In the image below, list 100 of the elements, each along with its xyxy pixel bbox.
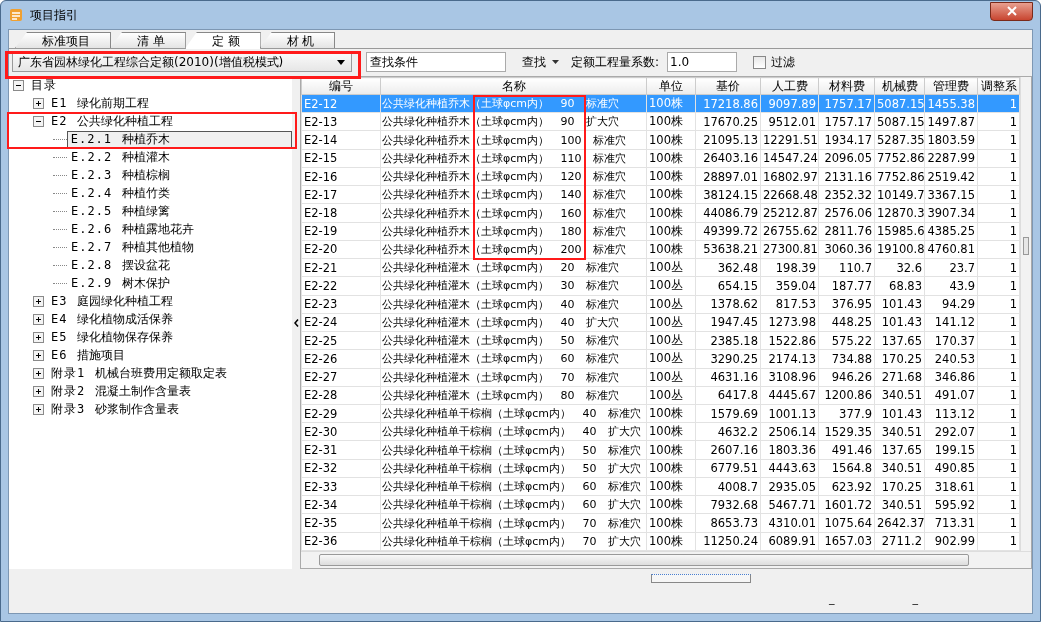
table-row[interactable]: E2-35 公共绿化种植单干棕榈（土球φcm内） 70 标准穴 100株 8653.73 4310.01 1075.64 2642.37 713.31 1 — [301, 513, 1020, 533]
tree-item[interactable]: E.2.4 种植竹类 — [67, 184, 175, 202]
table-row[interactable]: E2-17 公共绿化种植乔木（土球φcm内） 140 标准穴 100株 38124.15 22668.48 2352.32 10149.7 3367.15 1 — [301, 185, 1020, 204]
table-row[interactable]: E2-28 公共绿化种植灌木（土球φcm内） 80 标准穴 100丛 6417.8 4445.67 1200.86 340.51 491.07 1 — [301, 386, 1020, 405]
tab[interactable]: 清 单 — [110, 32, 186, 48]
table-cell: 公共绿化种植单干棕榈（土球φcm内） 70 标准穴 — [380, 513, 647, 533]
table-row[interactable]: E2-19 公共绿化种植乔木（土球φcm内） 180 标准穴 100株 49399.72 26755.62 2811.76 15985.6 4385.25 1 — [301, 222, 1020, 241]
table-cell: 公共绿化种植乔木（土球φcm内） 180 标准穴 — [380, 222, 647, 241]
table-cell: 1 — [977, 313, 1020, 332]
table-cell: 100株 — [646, 149, 696, 168]
tree-item[interactable]: E6 措施项目 — [47, 346, 130, 364]
table-row[interactable]: E2-36 公共绿化种植单干棕榈（土球φcm内） 70 扩大穴 100株 11250.24 6089.91 1657.03 2711.2 902.99 1 — [301, 532, 1020, 551]
expand-icon[interactable] — [33, 367, 44, 379]
tab[interactable]: 标准项目 — [15, 32, 111, 48]
table-cell: 100丛 — [646, 295, 696, 314]
table-row[interactable]: E2-14 公共绿化种植乔木（土球φcm内） 100 标准穴 100株 21095.13 12291.51 1934.17 5287.35 1803.59 1 — [301, 130, 1020, 150]
horizontal-scrollbar[interactable] — [301, 551, 1031, 568]
table-row[interactable]: E2-34 公共绿化种植单干棕榈（土球φcm内） 60 扩大穴 100株 7932.68 5467.71 1601.72 340.51 595.92 1 — [301, 495, 1020, 514]
scheme-dropdown[interactable]: 广东省园林绿化工程综合定额(2010)(增值税模式) — [12, 52, 352, 72]
column-header[interactable]: 人工费 — [760, 77, 819, 95]
table-cell: 公共绿化种植灌木（土球φcm内） 50 标准穴 — [380, 331, 647, 350]
table-row[interactable]: E2-15 公共绿化种植乔木（土球φcm内） 110 标准穴 100株 26403.16 14547.24 2096.05 7752.86 2287.99 1 — [301, 149, 1020, 168]
table-row[interactable]: E2-25 公共绿化种植灌木（土球φcm内） 50 标准穴 100丛 2385.18 1522.86 575.22 137.65 170.37 1 — [301, 331, 1020, 350]
table-cell: 4008.7 — [695, 477, 761, 496]
tree-item[interactable]: E.2.9 树木保护 — [67, 274, 175, 292]
vertical-scrollbar[interactable] — [1020, 77, 1031, 551]
tree-item[interactable]: E.2.5 种植绿篱 — [67, 202, 175, 220]
column-header[interactable]: 编号 — [301, 77, 381, 95]
table-cell: 23.7 — [924, 258, 978, 277]
column-header[interactable]: 调整系 — [977, 77, 1020, 95]
expand-icon[interactable] — [33, 331, 44, 343]
tree-item[interactable]: E.2.2 种植灌木 — [67, 148, 175, 166]
column-header[interactable]: 管理费 — [924, 77, 978, 95]
table-cell: 198.39 — [760, 258, 819, 277]
tree-item[interactable]: E.2.8 摆设盆花 — [67, 256, 175, 274]
tree-item[interactable]: E1 绿化前期工程 — [47, 94, 154, 112]
collapse-icon[interactable] — [13, 79, 24, 91]
table-row[interactable]: E2-16 公共绿化种植乔木（土球φcm内） 120 标准穴 100株 28897.01 16802.97 2131.16 7752.86 2519.42 1 — [301, 167, 1020, 186]
tree-item[interactable]: E2 公共绿化种植工程 — [47, 112, 178, 130]
window-title: 项目指引 — [30, 6, 79, 24]
tree-item[interactable]: 附录1 机械台班费用定额取定表 — [47, 364, 232, 382]
tree-item[interactable]: E4 绿化植物成活保养 — [47, 310, 178, 328]
tree-item[interactable]: 目录 — [27, 76, 61, 94]
expand-icon[interactable] — [33, 403, 44, 415]
table-cell: E2-29 — [301, 404, 381, 423]
column-header[interactable]: 基价 — [695, 77, 761, 95]
tree-item[interactable]: E3 庭园绿化种植工程 — [47, 292, 178, 310]
tree-item[interactable]: 附录2 混凝土制作含量表 — [47, 382, 196, 400]
search-field[interactable]: 查找条件 — [366, 52, 506, 72]
tree-item[interactable]: E.2.3 种植棕榈 — [67, 166, 175, 184]
column-header[interactable]: 机械费 — [874, 77, 925, 95]
tree-item[interactable]: 附录3 砂浆制作含量表 — [47, 400, 184, 418]
table-cell: 713.31 — [924, 513, 978, 533]
table-cell: 公共绿化种植灌木（土球φcm内） 40 扩大穴 — [380, 313, 647, 332]
table-cell: 2174.13 — [760, 349, 819, 368]
table-row[interactable]: E2-30 公共绿化种植单干棕榈（土球φcm内） 40 扩大穴 100株 4632.2 2506.14 1529.35 340.51 292.07 1 — [301, 422, 1020, 441]
table-cell: E2-33 — [301, 477, 381, 496]
table-cell: 100株 — [646, 404, 696, 423]
find-button[interactable]: 查找 — [518, 53, 563, 71]
table-cell: 318.61 — [924, 477, 978, 496]
table-row[interactable]: E2-13 公共绿化种植乔木（土球φcm内） 90 扩大穴 100株 17670.25 9512.01 1757.17 5087.15 1497.87 1 — [301, 112, 1020, 131]
table-cell: 100株 — [646, 459, 696, 478]
table-row[interactable]: E2-27 公共绿化种植灌木（土球φcm内） 70 标准穴 100丛 4631.16 3108.96 946.26 271.68 346.86 1 — [301, 368, 1020, 387]
expand-icon[interactable] — [33, 295, 44, 307]
table-row[interactable]: E2-24 公共绿化种植灌木（土球φcm内） 40 扩大穴 100丛 1947.45 1273.98 448.25 101.43 141.12 1 — [301, 313, 1020, 332]
table-row[interactable]: E2-22 公共绿化种植灌木（土球φcm内） 30 标准穴 100丛 654.15 359.04 187.77 68.83 43.9 1 — [301, 276, 1020, 296]
table-row[interactable]: E2-21 公共绿化种植灌木（土球φcm内） 20 标准穴 100丛 362.48 198.39 110.7 32.6 23.7 1 — [301, 258, 1020, 277]
table-row[interactable]: E2-23 公共绿化种植灌木（土球φcm内） 40 标准穴 100丛 1378.62 817.53 376.95 101.43 94.29 1 — [301, 295, 1020, 314]
filter-checkbox[interactable] — [753, 55, 767, 69]
tab[interactable]: 定 额 — [184, 32, 261, 49]
table-cell: 1 — [977, 295, 1020, 314]
table-cell: 1934.17 — [818, 130, 875, 150]
table-row[interactable]: E2-20 公共绿化种植乔木（土球φcm内） 200 标准穴 100株 53638.21 27300.81 3060.36 19100.8 4760.81 1 — [301, 240, 1020, 259]
expand-icon[interactable] — [33, 385, 44, 397]
panel-toggle-handle[interactable] — [650, 574, 751, 583]
expand-icon[interactable] — [33, 97, 44, 109]
table-cell: 817.53 — [760, 295, 819, 314]
table-row[interactable]: E2-31 公共绿化种植单干棕榈（土球φcm内） 50 标准穴 100株 2607.16 1803.36 491.46 137.65 199.15 1 — [301, 440, 1020, 460]
column-header[interactable]: 单位 — [646, 77, 696, 95]
table-row[interactable]: E2-32 公共绿化种植单干棕榈（土球φcm内） 50 扩大穴 100株 6779.51 4443.63 1564.8 340.51 490.85 1 — [301, 459, 1020, 478]
expand-icon[interactable] — [33, 313, 44, 325]
column-header[interactable]: 名称 — [380, 77, 647, 95]
table-cell: E2-32 — [301, 459, 381, 478]
table-cell: 1 — [977, 167, 1020, 186]
table-row[interactable]: E2-26 公共绿化种植灌木（土球φcm内） 60 标准穴 100丛 3290.25 2174.13 734.88 170.25 240.53 1 — [301, 349, 1020, 368]
tree-item[interactable]: E.2.6 种植露地花卉 — [67, 220, 199, 238]
table-row[interactable]: E2-29 公共绿化种植单干棕榈（土球φcm内） 40 标准穴 100株 1579.69 1001.13 377.9 101.43 113.12 1 — [301, 404, 1020, 423]
table-cell: 113.12 — [924, 404, 978, 423]
tree-item[interactable]: E.2.1 种植乔木 — [66, 130, 292, 148]
tree-item[interactable]: E.2.7 种植其他植物 — [67, 238, 199, 256]
tree-item[interactable]: E5 绿化植物保存保养 — [47, 328, 178, 346]
table-cell: 1200.86 — [818, 386, 875, 405]
column-header[interactable]: 材料费 — [818, 77, 875, 95]
expand-icon[interactable] — [33, 349, 44, 361]
close-button[interactable] — [990, 1, 1033, 21]
table-row[interactable]: E2-18 公共绿化种植乔木（土球φcm内） 160 标准穴 100株 44086.79 25212.87 2576.06 12870.3 3907.34 1 — [301, 203, 1020, 223]
table-row[interactable]: E2-33 公共绿化种植单干棕榈（土球φcm内） 60 标准穴 100株 4008.7 2935.05 623.92 170.25 318.61 1 — [301, 477, 1020, 496]
coefficient-field[interactable]: 1.0 — [667, 52, 738, 72]
tab[interactable]: 材 机 — [259, 32, 336, 48]
collapse-icon[interactable] — [33, 115, 44, 127]
